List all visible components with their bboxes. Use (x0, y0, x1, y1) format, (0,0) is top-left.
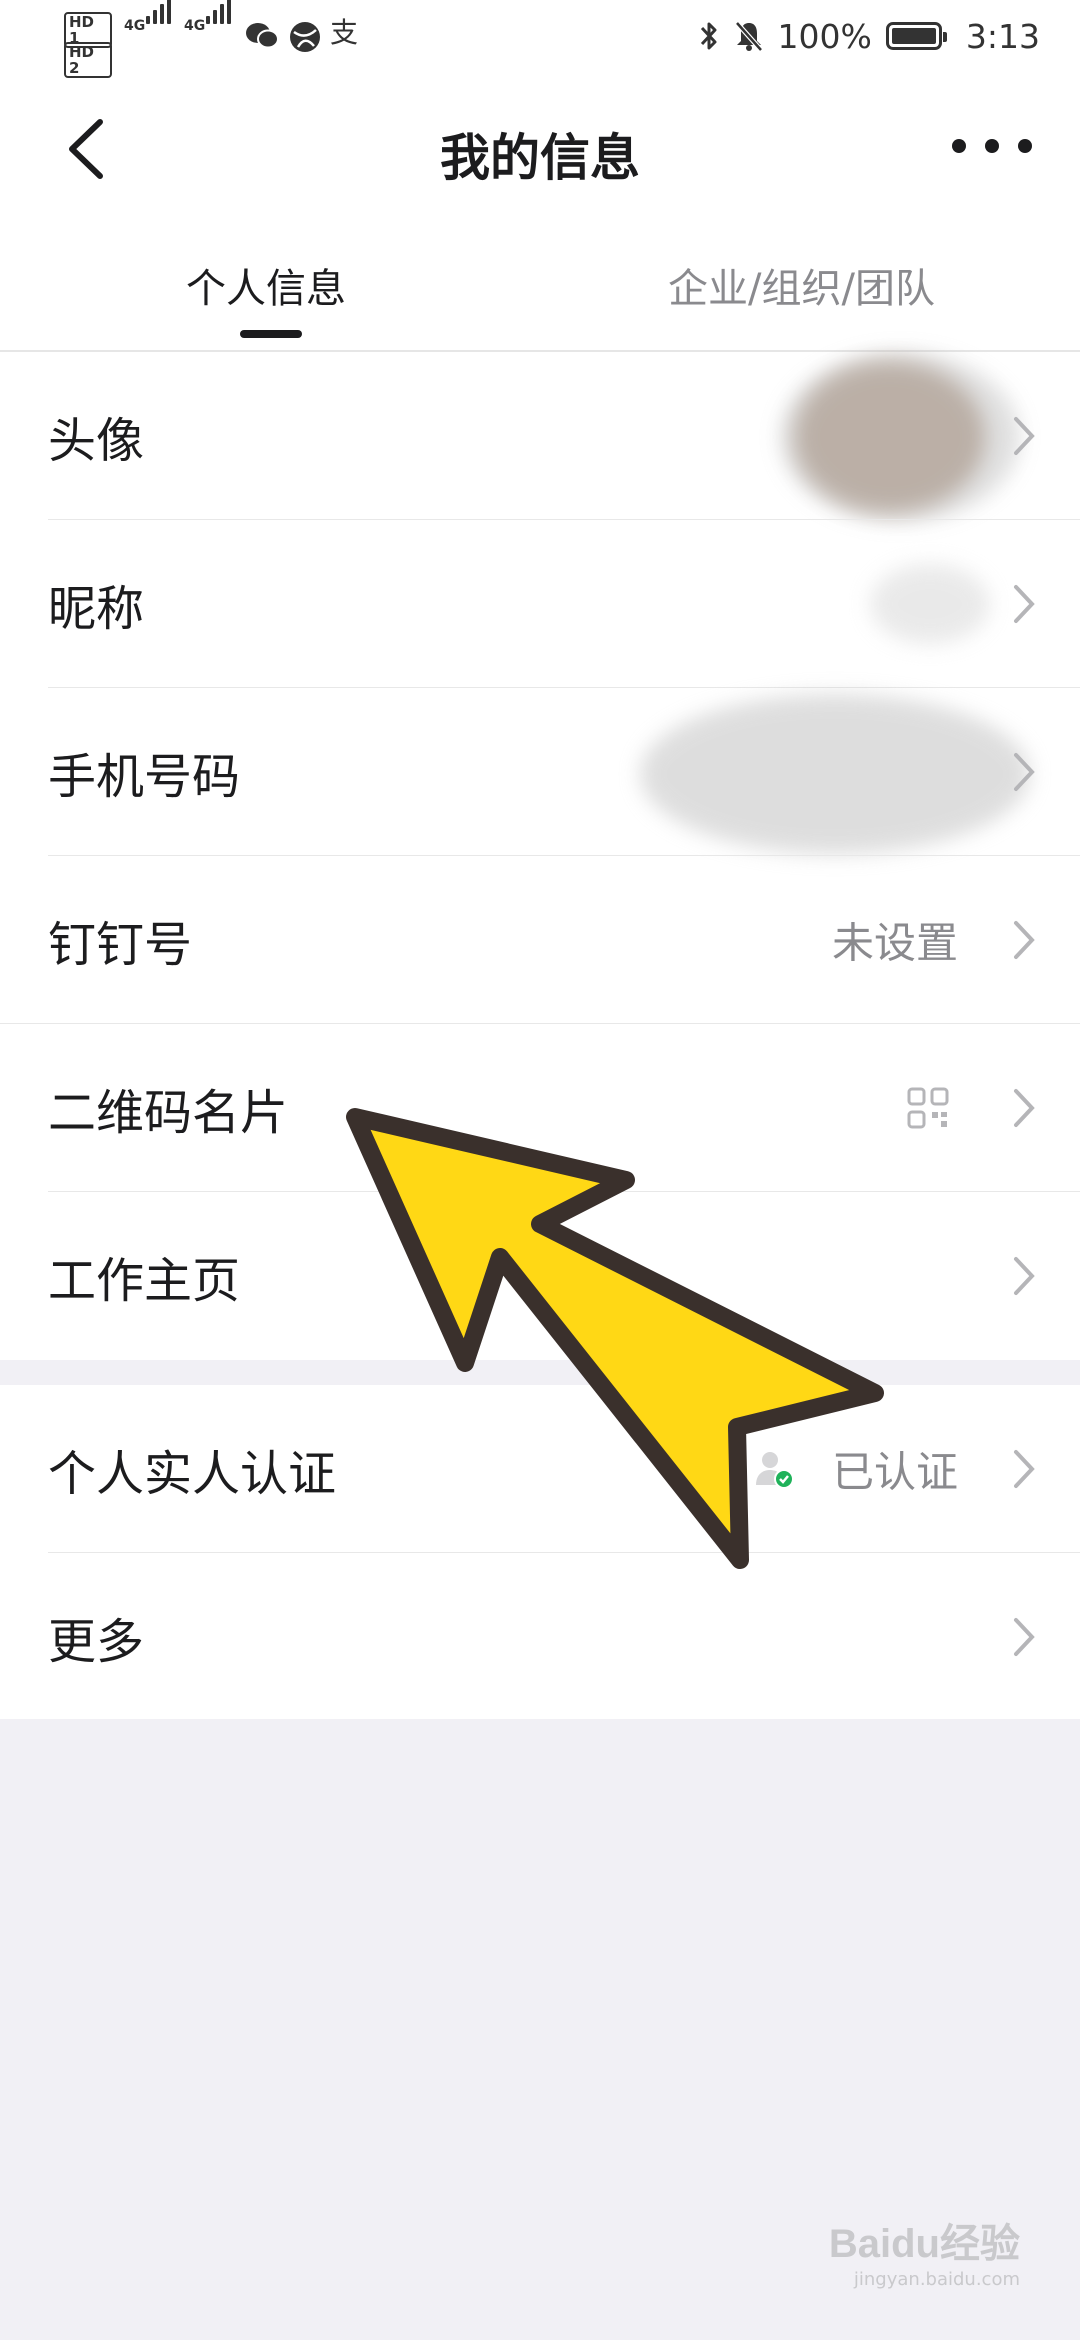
row-label: 个人实人认证 (48, 1446, 337, 1502)
page-title: 我的信息 (440, 129, 640, 187)
verification-section: 个人实人认证 已认证 更多 (0, 1385, 1080, 1719)
tab-bar: 个人信息 企业/组织/团队 (0, 220, 1080, 352)
profile-section: 头像 昵称 手机号码 钉钉号 未设置 二维码名片 工作主页 (0, 352, 1080, 1360)
browser-icon (290, 22, 320, 52)
row-value: 未设置 (831, 918, 958, 968)
phone-redacted (640, 694, 1030, 854)
avatar-redaction-smudge (780, 352, 1020, 522)
row-label: 头像 (48, 413, 145, 469)
status-bar: HD 1 HD 2 4G 4G 支 100% 3:13 (0, 0, 1080, 78)
row-work-homepage[interactable]: 工作主页 (0, 1192, 1080, 1360)
active-tab-indicator (240, 330, 302, 338)
watermark-logo: Baidu经验 (828, 2222, 1020, 2266)
tab-personal-info[interactable]: 个人信息 (186, 256, 346, 314)
row-label: 昵称 (48, 581, 145, 637)
status-right: 100% 3:13 (698, 16, 1040, 56)
chevron-right-icon (1014, 1089, 1035, 1127)
bell-muted-icon (734, 21, 763, 52)
alipay-icon: 支 (330, 16, 359, 49)
verified-person-icon (756, 1452, 794, 1489)
row-label: 更多 (48, 1614, 145, 1670)
row-label: 钉钉号 (48, 917, 193, 973)
battery-icon (885, 22, 947, 50)
row-label: 手机号码 (48, 749, 241, 805)
battery-percent: 100% (777, 16, 872, 56)
sim2-indicator: HD 2 (64, 42, 116, 78)
chevron-right-icon (1014, 1450, 1035, 1488)
row-value: 已认证 (831, 1447, 958, 1497)
nickname-redacted (870, 564, 990, 644)
row-phone[interactable]: 手机号码 (0, 688, 1080, 856)
row-nickname[interactable]: 昵称 (0, 520, 1080, 688)
row-dingtalk-id[interactable]: 钉钉号 未设置 (0, 856, 1080, 1024)
row-more[interactable]: 更多 (0, 1553, 1080, 1721)
watermark-url: jingyan.baidu.com (853, 2269, 1020, 2290)
bluetooth-icon (700, 22, 717, 50)
row-label: 二维码名片 (48, 1085, 289, 1141)
sim1-indicator: HD 1 (64, 12, 116, 48)
clock: 3:13 (965, 16, 1040, 56)
more-dots-icon[interactable] (952, 126, 1032, 166)
qr-code-icon (907, 1087, 949, 1129)
chevron-right-icon (1014, 417, 1035, 455)
chevron-right-icon (1014, 753, 1035, 791)
watermark: Baidu经验 jingyan.baidu.com (829, 2211, 1020, 2290)
tab-organization[interactable]: 企业/组织/团队 (668, 256, 935, 314)
wechat-icon (246, 23, 279, 49)
chevron-right-icon (1014, 921, 1035, 959)
chevron-right-icon (1014, 1257, 1035, 1295)
chevron-right-icon (1014, 1618, 1035, 1656)
row-qr-card[interactable]: 二维码名片 (0, 1024, 1080, 1192)
row-label: 工作主页 (48, 1253, 241, 1309)
nav-header: 我的信息 (0, 74, 1080, 220)
row-avatar[interactable]: 头像 (0, 352, 1080, 522)
row-identity-verification[interactable]: 个人实人认证 已认证 (0, 1385, 1080, 1553)
chevron-right-icon (1014, 585, 1035, 623)
